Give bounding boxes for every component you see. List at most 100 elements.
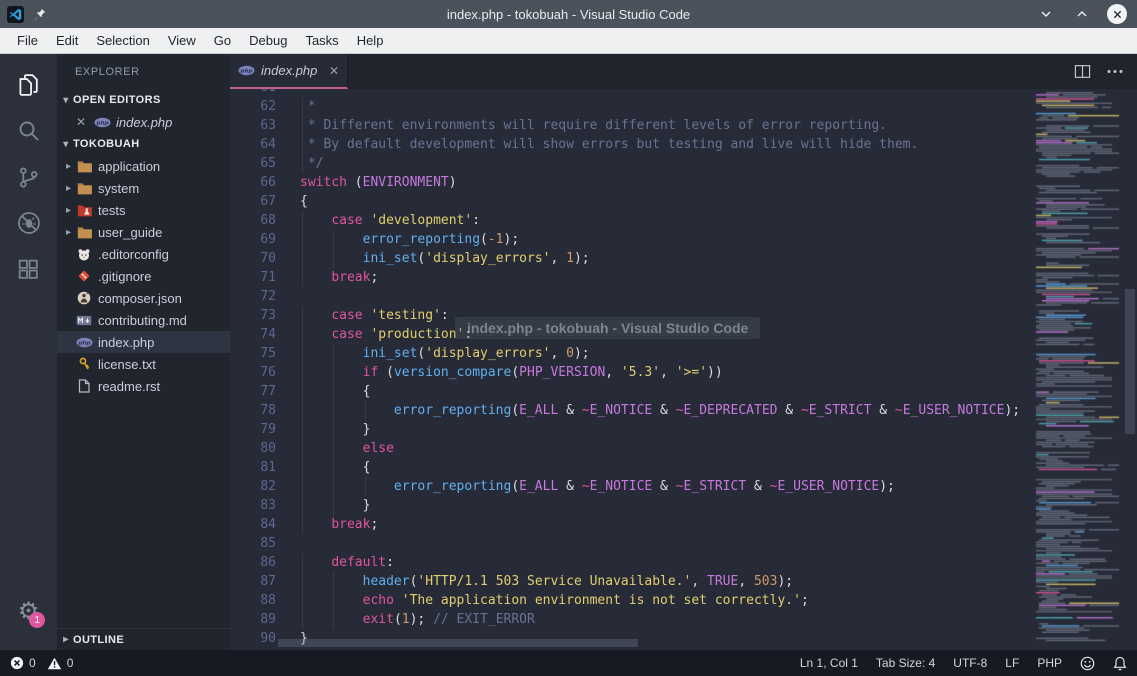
vertical-scrollbar[interactable] <box>1123 89 1137 650</box>
menu-selection[interactable]: Selection <box>87 30 158 51</box>
maximize-button[interactable] <box>1071 3 1093 25</box>
file-icon <box>75 378 93 394</box>
eol[interactable]: LF <box>1005 656 1019 670</box>
split-editor-button[interactable] <box>1074 64 1091 79</box>
pin-icon[interactable] <box>34 8 47 21</box>
extensions-icon <box>16 257 41 282</box>
activitybar-extensions-button[interactable] <box>5 246 53 292</box>
root-folder-section[interactable]: ▾ TOKOBUAH <box>57 133 230 155</box>
code-line-75[interactable]: 75 ini_set('display_errors', 0); <box>230 344 1033 363</box>
code-line-86[interactable]: 86 default: <box>230 553 1033 572</box>
code-line-76[interactable]: 76 if (version_compare(PHP_VERSION, '5.3… <box>230 363 1033 382</box>
close-icon[interactable]: ✕ <box>73 115 89 129</box>
menu-help[interactable]: Help <box>348 30 393 51</box>
minimize-button[interactable] <box>1035 3 1057 25</box>
tree-item-tests[interactable]: ▸tests <box>57 199 230 221</box>
status-bar: 0 0 Ln 1, Col 1 Tab Size: 4 UTF-8 LF PHP <box>0 650 1137 676</box>
activitybar-search-button[interactable] <box>5 108 53 154</box>
activitybar-debug-button[interactable] <box>5 200 53 246</box>
tree-item-application[interactable]: ▸application <box>57 155 230 177</box>
menu-go[interactable]: Go <box>205 30 240 51</box>
search-icon <box>16 118 42 144</box>
code-line-68[interactable]: 68 case 'development': <box>230 211 1033 230</box>
menu-debug[interactable]: Debug <box>240 30 296 51</box>
tree-item-readme-rst[interactable]: readme.rst <box>57 375 230 397</box>
code-line-64[interactable]: 64 * By default development will show er… <box>230 135 1033 154</box>
settings-button[interactable]: ⚙ 1 <box>18 600 40 624</box>
line-number: 81 <box>230 458 292 477</box>
tree-item-label: contributing.md <box>98 313 187 328</box>
titlebar: index.php - tokobuah - Visual Studio Cod… <box>0 0 1137 28</box>
minimap[interactable] <box>1033 89 1123 650</box>
editorconfig-icon <box>75 246 93 262</box>
tree-item-contributing-md[interactable]: contributing.md <box>57 309 230 331</box>
close-button[interactable] <box>1107 4 1127 24</box>
problems-indicator[interactable]: 0 0 <box>10 656 73 670</box>
code-line-81[interactable]: 81 { <box>230 458 1033 477</box>
php-icon: php <box>93 114 111 130</box>
feedback-smiley-button[interactable] <box>1080 656 1095 671</box>
language-mode[interactable]: PHP <box>1037 656 1062 670</box>
code-line-85[interactable]: 85 <box>230 534 1033 553</box>
outline-section[interactable]: ▸ OUTLINE <box>57 628 230 650</box>
window-title: index.php - tokobuah - Visual Studio Cod… <box>0 7 1137 22</box>
code-line-78[interactable]: 78 error_reporting(E_ALL & ~E_NOTICE & ~… <box>230 401 1033 420</box>
menubar: FileEditSelectionViewGoDebugTasksHelp <box>0 28 1137 54</box>
tab-size[interactable]: Tab Size: 4 <box>876 656 935 670</box>
code-line-74[interactable]: 74 case 'production': <box>230 325 1033 344</box>
tree-item-gitignore[interactable]: .gitignore <box>57 265 230 287</box>
code-line-67[interactable]: 67{ <box>230 192 1033 211</box>
code-line-62[interactable]: 62 * <box>230 97 1033 116</box>
line-number: 71 <box>230 268 292 287</box>
code-line-87[interactable]: 87 header('HTTP/1.1 503 Service Unavaila… <box>230 572 1033 591</box>
more-actions-button[interactable] <box>1107 69 1123 74</box>
code-line-65[interactable]: 65 */ <box>230 154 1033 173</box>
code-line-72[interactable]: 72 <box>230 287 1033 306</box>
code-line-84[interactable]: 84 break; <box>230 515 1033 534</box>
tree-item-composer-json[interactable]: composer.json <box>57 287 230 309</box>
code-line-66[interactable]: 66switch (ENVIRONMENT) <box>230 173 1033 192</box>
line-number: 86 <box>230 553 292 572</box>
open-editor-index.php[interactable]: ✕phpindex.php <box>57 111 230 133</box>
code-line-69[interactable]: 69 error_reporting(-1); <box>230 230 1033 249</box>
notifications-bell-button[interactable] <box>1113 656 1127 671</box>
editor[interactable]: 6162 *63 * Different environments will r… <box>230 89 1137 650</box>
code-line-83[interactable]: 83 } <box>230 496 1033 515</box>
tab-index-php[interactable]: php index.php ✕ <box>230 54 348 89</box>
svg-text:php: php <box>239 68 252 74</box>
activitybar-explorer-button[interactable] <box>5 62 53 108</box>
menu-file[interactable]: File <box>8 30 47 51</box>
code-line-89[interactable]: 89 exit(1); // EXIT_ERROR <box>230 610 1033 629</box>
menu-edit[interactable]: Edit <box>47 30 87 51</box>
chevron-right-icon: ▸ <box>59 634 73 645</box>
code-area[interactable]: 6162 *63 * Different environments will r… <box>230 89 1033 650</box>
open-editors-section[interactable]: ▾ OPEN EDITORS <box>57 89 230 111</box>
code-line-77[interactable]: 77 { <box>230 382 1033 401</box>
code-line-73[interactable]: 73 case 'testing': <box>230 306 1033 325</box>
line-number: 70 <box>230 249 292 268</box>
encoding[interactable]: UTF-8 <box>953 656 987 670</box>
cursor-position[interactable]: Ln 1, Col 1 <box>800 656 858 670</box>
tree-item-system[interactable]: ▸system <box>57 177 230 199</box>
code-line-71[interactable]: 71 break; <box>230 268 1033 287</box>
code-line-70[interactable]: 70 ini_set('display_errors', 1); <box>230 249 1033 268</box>
tree-item-editorconfig[interactable]: .editorconfig <box>57 243 230 265</box>
code-line-63[interactable]: 63 * Different environments will require… <box>230 116 1033 135</box>
menu-tasks[interactable]: Tasks <box>296 30 347 51</box>
tab-close-icon[interactable]: ✕ <box>329 64 339 78</box>
horizontal-scrollbar-thumb[interactable] <box>278 639 638 647</box>
tree-item-license-txt[interactable]: license.txt <box>57 353 230 375</box>
tree-item-user_guide[interactable]: ▸user_guide <box>57 221 230 243</box>
code-line-88[interactable]: 88 echo 'The application environment is … <box>230 591 1033 610</box>
activitybar-source-control-button[interactable] <box>5 154 53 200</box>
line-number: 84 <box>230 515 292 534</box>
tree-item-index-php[interactable]: phpindex.php <box>57 331 230 353</box>
code-line-79[interactable]: 79 } <box>230 420 1033 439</box>
menu-view[interactable]: View <box>159 30 205 51</box>
line-number: 68 <box>230 211 292 230</box>
code-line-61[interactable]: 61 <box>230 89 1033 97</box>
vertical-scrollbar-thumb[interactable] <box>1125 289 1135 434</box>
code-line-80[interactable]: 80 else <box>230 439 1033 458</box>
line-number: 75 <box>230 344 292 363</box>
code-line-82[interactable]: 82 error_reporting(E_ALL & ~E_NOTICE & ~… <box>230 477 1033 496</box>
